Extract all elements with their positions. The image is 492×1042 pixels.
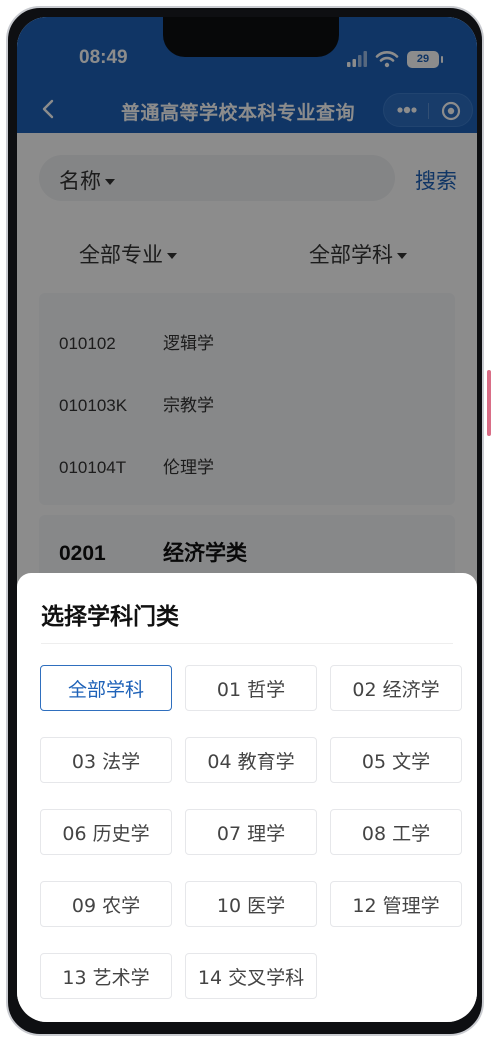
discipline-option[interactable]: 05 文学 bbox=[330, 737, 462, 783]
discipline-option[interactable]: 09 农学 bbox=[40, 881, 172, 927]
sheet-divider bbox=[41, 643, 453, 644]
discipline-option[interactable]: 08 工学 bbox=[330, 809, 462, 855]
side-button bbox=[487, 370, 491, 436]
discipline-option[interactable]: 13 艺术学 bbox=[40, 953, 172, 999]
discipline-option[interactable]: 01 哲学 bbox=[185, 665, 317, 711]
screenshot-stage: 名称 搜索 全部专业 全部学科 010102 逻辑学 010103K 宗教学 010… bbox=[0, 0, 492, 1042]
discipline-option[interactable]: 14 交叉学科 bbox=[185, 953, 317, 999]
discipline-option[interactable]: 04 教育学 bbox=[185, 737, 317, 783]
discipline-option[interactable]: 10 医学 bbox=[185, 881, 317, 927]
discipline-option[interactable]: 06 历史学 bbox=[40, 809, 172, 855]
discipline-option[interactable]: 02 经济学 bbox=[330, 665, 462, 711]
phone-screen: 名称 搜索 全部专业 全部学科 010102 逻辑学 010103K 宗教学 010… bbox=[17, 17, 477, 1022]
discipline-option[interactable]: 03 法学 bbox=[40, 737, 172, 783]
phone-frame: 名称 搜索 全部专业 全部学科 010102 逻辑学 010103K 宗教学 010… bbox=[6, 6, 484, 1036]
discipline-option[interactable]: 07 理学 bbox=[185, 809, 317, 855]
discipline-option-selected[interactable]: 全部学科 bbox=[40, 665, 172, 711]
discipline-picker-sheet: 选择学科门类 全部学科 01 哲学 02 经济学 03 法学 04 教育学 05… bbox=[17, 573, 477, 1022]
discipline-option[interactable]: 12 管理学 bbox=[330, 881, 462, 927]
sheet-title: 选择学科门类 bbox=[41, 604, 179, 630]
